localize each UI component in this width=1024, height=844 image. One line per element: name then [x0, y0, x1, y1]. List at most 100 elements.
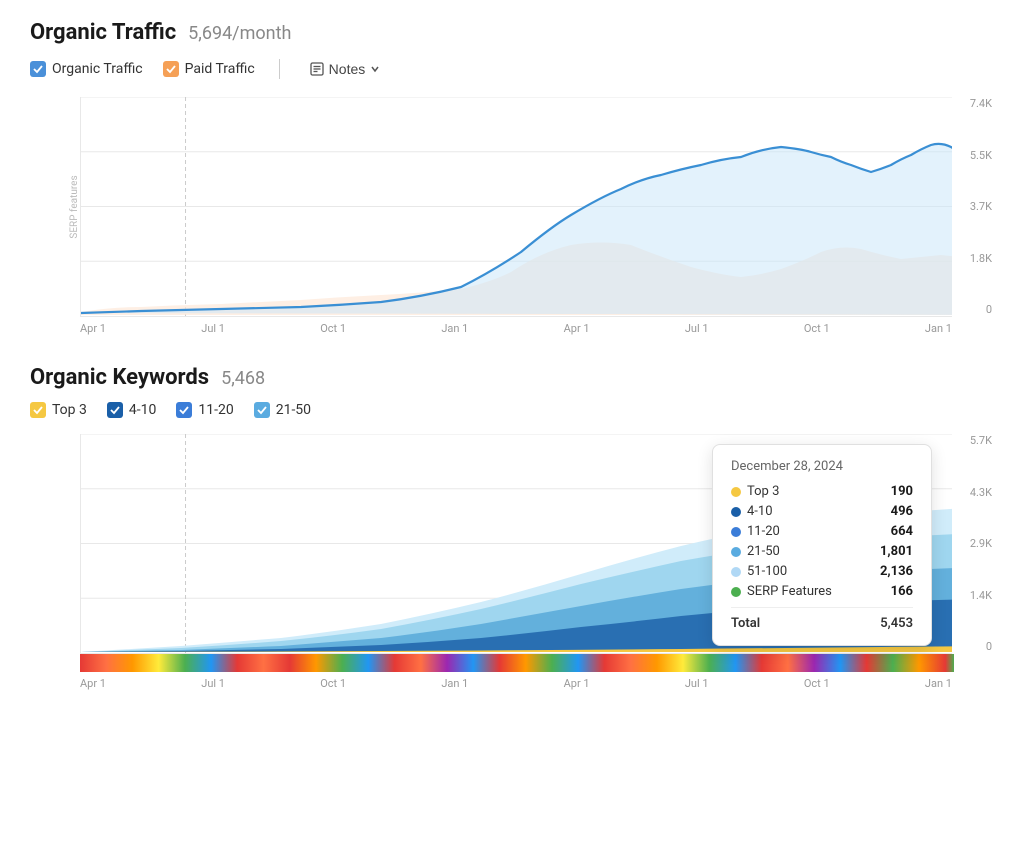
x-label-5: Jul 1 — [685, 322, 709, 335]
tooltip-total-label: Total — [731, 616, 760, 631]
legend-11-20[interactable]: 11-20 — [176, 402, 233, 418]
tooltip-top3-label: Top 3 — [747, 484, 779, 499]
kw-x-label-1: Jul 1 — [201, 677, 225, 690]
tooltip-top3-label-group: Top 3 — [731, 484, 779, 499]
traffic-y-labels: 7.4K 5.5K 3.7K 1.8K 0 — [956, 97, 994, 316]
tooltip-serp-value: 166 — [891, 584, 913, 599]
keywords-header: Organic Keywords 5,468 — [30, 365, 994, 390]
keywords-tooltip: December 28, 2024 Top 3 190 4-10 496 — [712, 444, 932, 646]
keywords-x-labels: Apr 1 Jul 1 Oct 1 Jan 1 Apr 1 Jul 1 Oct … — [40, 672, 994, 690]
organic-traffic-section: Organic Traffic 5,694/month Organic Traf… — [30, 20, 994, 335]
x-label-0: Apr 1 — [80, 322, 106, 335]
tooltip-row-serp: SERP Features 166 — [731, 584, 913, 599]
tooltip-4-10-label-group: 4-10 — [731, 504, 773, 519]
tooltip-21-50-value: 1,801 — [880, 544, 913, 559]
notes-button[interactable]: Notes — [304, 57, 387, 81]
keywords-y-labels: 5.7K 4.3K 2.9K 1.4K 0 — [956, 434, 994, 653]
y-label-2: 3.7K — [958, 200, 992, 213]
tooltip-51-100-dot — [731, 567, 741, 577]
tooltip-row-21-50: 21-50 1,801 — [731, 544, 913, 559]
traffic-legend: Organic Traffic Paid Traffic Notes — [30, 57, 994, 81]
legend-paid[interactable]: Paid Traffic — [163, 61, 255, 77]
tooltip-21-50-dot — [731, 547, 741, 557]
serp-features-label: SERP features — [69, 175, 80, 238]
keywords-legend: Top 3 4-10 11-20 21-50 — [30, 402, 994, 418]
tooltip-serp-dot — [731, 587, 741, 597]
traffic-chart: 7.4K 5.5K 3.7K 1.8K 0 SERP features — [80, 97, 952, 317]
keywords-chart-wrapper: December 28, 2024 Top 3 190 4-10 496 — [40, 434, 994, 690]
legend-organic[interactable]: Organic Traffic — [30, 61, 143, 77]
4-10-label: 4-10 — [129, 402, 156, 418]
tooltip-21-50-label: 21-50 — [747, 544, 780, 559]
kw-y-label-2: 2.9K — [958, 537, 992, 550]
tooltip-11-20-label: 11-20 — [747, 524, 780, 539]
keywords-value: 5,468 — [221, 368, 265, 389]
traffic-header: Organic Traffic 5,694/month — [30, 20, 994, 45]
tooltip-row-51-100: 51-100 2,136 — [731, 564, 913, 579]
tooltip-51-100-value: 2,136 — [880, 564, 913, 579]
chevron-down-icon — [370, 64, 380, 74]
tooltip-total-value: 5,453 — [880, 616, 913, 631]
top3-label: Top 3 — [52, 402, 87, 418]
keywords-title: Organic Keywords — [30, 365, 209, 390]
y-label-0: 7.4K — [958, 97, 992, 110]
organic-checkbox — [30, 61, 46, 77]
x-label-3: Jan 1 — [441, 322, 468, 335]
organic-area — [81, 144, 952, 315]
traffic-grid — [81, 97, 952, 316]
tooltip-51-100-label-group: 51-100 — [731, 564, 787, 579]
kw-x-label-5: Jul 1 — [685, 677, 709, 690]
11-20-label: 11-20 — [198, 402, 233, 418]
y-label-4: 0 — [958, 303, 992, 316]
tooltip-51-100-label: 51-100 — [747, 564, 787, 579]
kw-x-label-6: Oct 1 — [804, 677, 830, 690]
tooltip-top3-dot — [731, 487, 741, 497]
21-50-checkbox — [254, 402, 270, 418]
keywords-chart: December 28, 2024 Top 3 190 4-10 496 — [80, 434, 952, 654]
paid-label: Paid Traffic — [185, 61, 255, 77]
kw-x-label-0: Apr 1 — [80, 677, 106, 690]
traffic-title: Organic Traffic — [30, 20, 176, 45]
tooltip-4-10-dot — [731, 507, 741, 517]
traffic-chart-wrapper: 7.4K 5.5K 3.7K 1.8K 0 SERP features Apr … — [40, 97, 994, 335]
legend-4-10[interactable]: 4-10 — [107, 402, 156, 418]
kw-y-label-0: 5.7K — [958, 434, 992, 447]
tooltip-4-10-label: 4-10 — [747, 504, 773, 519]
traffic-x-labels: Apr 1 Jul 1 Oct 1 Jan 1 Apr 1 Jul 1 Oct … — [40, 317, 994, 335]
tooltip-11-20-dot — [731, 527, 741, 537]
tooltip-row-11-20: 11-20 664 — [731, 524, 913, 539]
tooltip-11-20-label-group: 11-20 — [731, 524, 780, 539]
x-label-2: Oct 1 — [320, 322, 346, 335]
notes-label: Notes — [329, 61, 366, 77]
x-label-6: Oct 1 — [804, 322, 830, 335]
serp-events-bar — [80, 654, 954, 672]
11-20-checkbox — [176, 402, 192, 418]
tooltip-date: December 28, 2024 — [731, 459, 913, 474]
tooltip-4-10-value: 496 — [891, 504, 913, 519]
y-label-3: 1.8K — [958, 252, 992, 265]
tooltip-serp-label: SERP Features — [747, 584, 832, 599]
x-label-1: Jul 1 — [201, 322, 225, 335]
21-50-label: 21-50 — [276, 402, 311, 418]
tooltip-row-top3: Top 3 190 — [731, 484, 913, 499]
legend-top3[interactable]: Top 3 — [30, 402, 87, 418]
tooltip-total: Total 5,453 — [731, 607, 913, 631]
x-label-4: Apr 1 — [564, 322, 590, 335]
kw-y-label-4: 0 — [958, 640, 992, 653]
legend-divider — [279, 59, 280, 79]
x-label-7: Jan 1 — [925, 322, 952, 335]
notes-icon — [310, 62, 324, 76]
4-10-checkbox — [107, 402, 123, 418]
tooltip-21-50-label-group: 21-50 — [731, 544, 780, 559]
kw-x-label-3: Jan 1 — [441, 677, 468, 690]
y-label-1: 5.5K — [958, 149, 992, 162]
top3-checkbox — [30, 402, 46, 418]
organic-keywords-section: Organic Keywords 5,468 Top 3 4-10 11-20 — [30, 365, 994, 690]
kw-y-label-3: 1.4K — [958, 589, 992, 602]
tooltip-row-4-10: 4-10 496 — [731, 504, 913, 519]
organic-label: Organic Traffic — [52, 61, 143, 77]
paid-checkbox — [163, 61, 179, 77]
tooltip-serp-label-group: SERP Features — [731, 584, 832, 599]
kw-x-label-7: Jan 1 — [925, 677, 952, 690]
legend-21-50[interactable]: 21-50 — [254, 402, 311, 418]
